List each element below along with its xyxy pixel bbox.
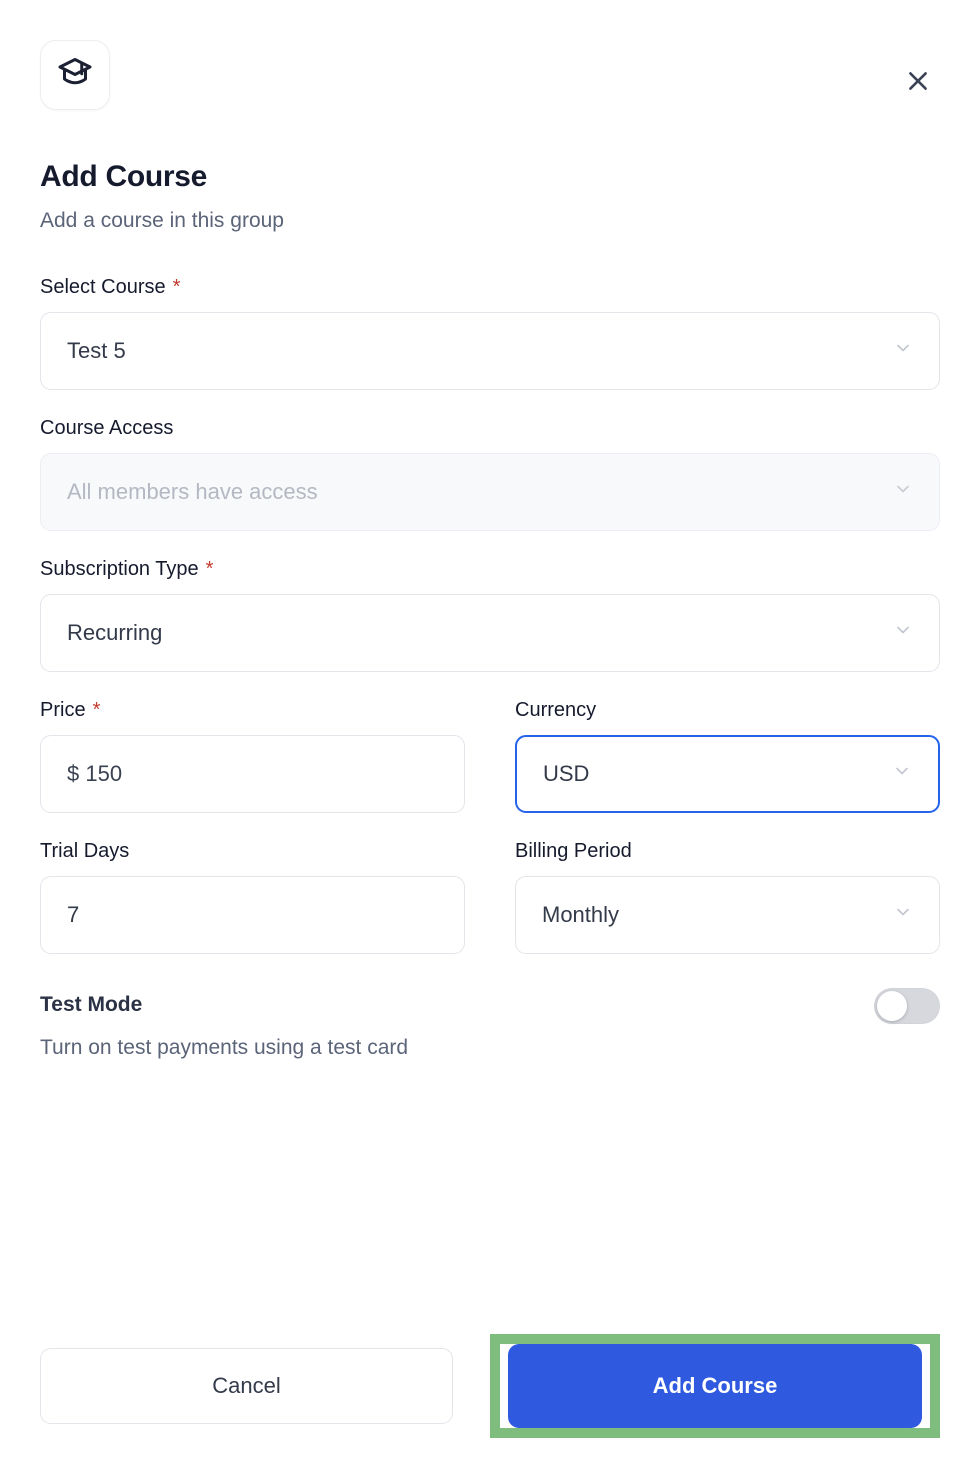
subscription-type-label-text: Subscription Type bbox=[40, 558, 199, 581]
test-mode-toggle[interactable] bbox=[874, 988, 940, 1025]
chevron-down-icon bbox=[893, 338, 913, 364]
price-input[interactable]: $ 150 bbox=[40, 735, 465, 814]
course-access-dropdown[interactable]: All members have access bbox=[40, 453, 940, 532]
currency-value: USD bbox=[543, 761, 590, 787]
dialog-title: Add Course bbox=[40, 160, 208, 193]
submit-highlight-annotation: Add Course bbox=[490, 1334, 940, 1438]
toggle-knob bbox=[877, 991, 907, 1022]
add-course-button[interactable]: Add Course bbox=[508, 1344, 922, 1428]
course-access-label: Course Access bbox=[40, 417, 174, 440]
select-course-label: Select Course * bbox=[40, 275, 940, 299]
field-price: Price * $ 150 bbox=[40, 698, 465, 814]
field-select-course: Select Course * Test 5 bbox=[40, 275, 940, 391]
add-course-dialog: Add Course Add a course in this group Se… bbox=[0, 0, 980, 1466]
test-mode-section: Test Mode Turn on test payments using a … bbox=[40, 988, 940, 1060]
course-form: Select Course * Test 5 Course Access All … bbox=[40, 275, 940, 1060]
select-course-value: Test 5 bbox=[67, 338, 126, 364]
test-mode-description: Turn on test payments using a test card bbox=[40, 1036, 409, 1060]
close-button[interactable] bbox=[898, 62, 938, 102]
cancel-button[interactable]: Cancel bbox=[40, 1348, 453, 1424]
chevron-down-icon bbox=[893, 902, 913, 928]
subscription-type-value: Recurring bbox=[67, 620, 163, 646]
price-currency-row: Price * $ 150 Currency USD bbox=[40, 698, 940, 814]
trial-billing-row: Trial Days 7 Billing Period Monthly bbox=[40, 839, 940, 955]
dialog-footer: Cancel Add Course bbox=[40, 1334, 940, 1438]
price-value: $ 150 bbox=[67, 761, 123, 787]
required-asterisk: * bbox=[92, 699, 101, 722]
course-access-value: All members have access bbox=[67, 479, 318, 505]
required-asterisk: * bbox=[205, 558, 214, 581]
chevron-down-icon bbox=[892, 761, 912, 787]
graduation-cap-icon bbox=[57, 55, 93, 96]
chevron-down-icon bbox=[893, 479, 913, 505]
field-subscription-type: Subscription Type * Recurring bbox=[40, 557, 940, 673]
billing-period-dropdown[interactable]: Monthly bbox=[515, 876, 940, 955]
trial-days-label: Trial Days bbox=[40, 840, 130, 863]
field-course-access: Course Access All members have access bbox=[40, 416, 940, 532]
field-billing-period: Billing Period Monthly bbox=[515, 839, 940, 955]
currency-dropdown[interactable]: USD bbox=[515, 735, 940, 814]
select-course-label-text: Select Course bbox=[40, 276, 166, 299]
title-block: Add Course Add a course in this group bbox=[40, 160, 940, 233]
field-trial-days: Trial Days 7 bbox=[40, 839, 465, 955]
close-icon bbox=[905, 68, 931, 97]
trial-days-input[interactable]: 7 bbox=[40, 876, 465, 955]
chevron-down-icon bbox=[893, 620, 913, 646]
trial-days-value: 7 bbox=[67, 902, 80, 928]
subscription-type-dropdown[interactable]: Recurring bbox=[40, 594, 940, 673]
billing-period-label: Billing Period bbox=[515, 840, 632, 863]
price-label-text: Price bbox=[40, 699, 86, 722]
dialog-subtitle: Add a course in this group bbox=[40, 209, 284, 232]
price-label: Price * bbox=[40, 698, 465, 722]
test-mode-label: Test Mode bbox=[40, 993, 143, 1017]
graduation-cap-badge bbox=[40, 40, 110, 110]
dialog-header bbox=[40, 40, 940, 118]
currency-label: Currency bbox=[515, 699, 597, 722]
required-asterisk: * bbox=[172, 276, 181, 299]
select-course-dropdown[interactable]: Test 5 bbox=[40, 312, 940, 391]
field-currency: Currency USD bbox=[515, 698, 940, 814]
billing-period-value: Monthly bbox=[542, 902, 620, 928]
subscription-type-label: Subscription Type * bbox=[40, 557, 940, 581]
